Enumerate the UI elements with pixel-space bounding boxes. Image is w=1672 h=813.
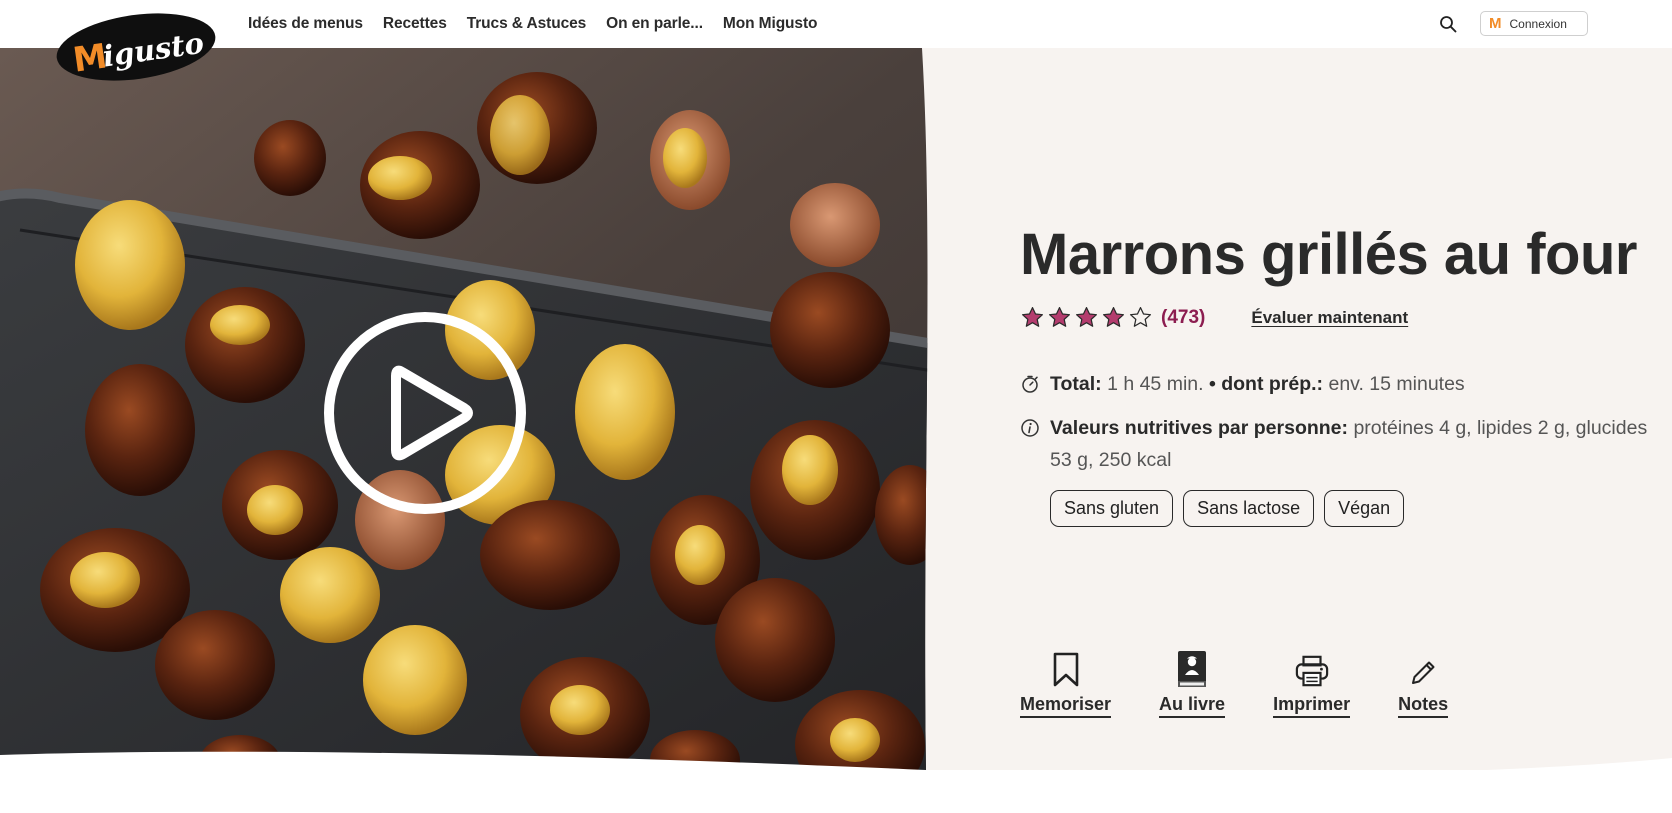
star-filled-icon: [1075, 307, 1098, 327]
total-time-value: 1 h 45 min.: [1107, 372, 1204, 395]
pencil-icon: [1412, 661, 1435, 684]
nutrition-row: Valeurs nutritives par personne: protéin…: [1020, 412, 1660, 476]
add-to-book-label: Au livre: [1159, 694, 1226, 718]
nav-my-migusto[interactable]: Mon Migusto: [723, 15, 818, 33]
video-play-button[interactable]: [322, 310, 528, 516]
search-button[interactable]: [1436, 12, 1460, 36]
nutrition-text: Valeurs nutritives par personne: protéin…: [1050, 412, 1660, 476]
tag-vegan[interactable]: Végan: [1324, 489, 1405, 527]
star-empty-icon: [1129, 307, 1152, 327]
migros-m-icon: M: [1489, 15, 1502, 32]
time-text: Total: 1 h 45 min. • dont prép.: env. 15…: [1050, 368, 1465, 400]
total-time-label: Total:: [1050, 372, 1102, 395]
nav-recipes[interactable]: Recettes: [383, 15, 447, 33]
rating-row: (473) Évaluer maintenant: [1020, 304, 1660, 332]
login-button[interactable]: M Connexion: [1480, 11, 1588, 36]
site-header: Idées de menus Recettes Trucs & Astuces …: [0, 0, 1672, 48]
notes-button[interactable]: Notes: [1398, 650, 1449, 718]
timer-icon: [1022, 375, 1038, 393]
bookmark-label: Memoriser: [1020, 694, 1112, 718]
info-icon[interactable]: [1020, 418, 1040, 438]
main-nav: Idées de menus Recettes Trucs & Astuces …: [248, 0, 817, 48]
rate-now-link[interactable]: Évaluer maintenant: [1251, 308, 1408, 328]
nav-tips[interactable]: Trucs & Astuces: [467, 15, 586, 33]
star-filled-icon: [1048, 307, 1071, 327]
bookmark-button[interactable]: Memoriser: [1020, 650, 1112, 718]
print-button[interactable]: Imprimer: [1273, 650, 1351, 718]
printer-icon: [1295, 655, 1328, 687]
recipe-info: Marrons grillés au four (473) Évaluer ma…: [1020, 220, 1660, 527]
star-rating[interactable]: [1020, 305, 1153, 330]
book-icon: [1178, 651, 1207, 687]
diet-tags: Sans gluten Sans lactose Végan: [1050, 489, 1660, 527]
nav-menu-ideas[interactable]: Idées de menus: [248, 15, 363, 33]
star-filled-icon: [1021, 307, 1044, 327]
rating-count[interactable]: (473): [1161, 307, 1205, 329]
nav-talk[interactable]: On en parle...: [606, 15, 703, 33]
print-label: Imprimer: [1273, 694, 1351, 718]
time-row: Total: 1 h 45 min. • dont prép.: env. 15…: [1020, 368, 1660, 400]
migusto-logo[interactable]: M igusto: [54, 12, 218, 82]
recipe-title: Marrons grillés au four: [1020, 222, 1637, 287]
add-to-book-button[interactable]: Au livre: [1159, 650, 1226, 718]
prep-time-label: dont prép.:: [1221, 372, 1324, 395]
tag-gluten-free[interactable]: Sans gluten: [1050, 489, 1174, 527]
star-filled-icon: [1102, 307, 1125, 327]
prep-time-value: env. 15 minutes: [1328, 372, 1465, 395]
login-label: Connexion: [1509, 16, 1567, 31]
time-separator: •: [1208, 372, 1216, 395]
recipe-actions: Memoriser Au livre Imprimer Notes: [1020, 650, 1496, 718]
notes-label: Notes: [1398, 694, 1449, 718]
tag-lactose-free[interactable]: Sans lactose: [1183, 489, 1315, 527]
bookmark-icon: [1053, 652, 1078, 687]
search-icon: [1440, 16, 1457, 33]
nutrition-label: Valeurs nutritives par personne:: [1050, 416, 1349, 439]
